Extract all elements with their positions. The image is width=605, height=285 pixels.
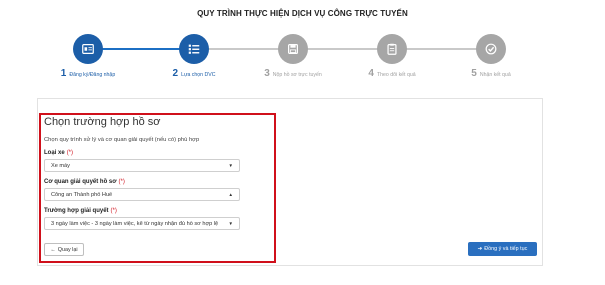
step-5-number: 5: [471, 68, 477, 79]
case-type-label: Trường hợp giải quyết (*): [44, 208, 274, 214]
step-4[interactable]: 4 Theo dõi kết quả: [337, 34, 447, 79]
caret-up-icon: ▲: [228, 192, 233, 197]
step-3-label: Nộp hồ sơ trực tuyến: [272, 72, 322, 78]
step-4-number: 4: [368, 68, 374, 79]
case-type-select[interactable]: 3 ngày làm việc - 3 ngày làm việc, kể từ…: [44, 217, 240, 230]
agency-label-text: Cơ quan giải quyết hồ sơ: [44, 179, 117, 185]
required-mark: (*): [110, 208, 117, 214]
form-description: Chọn quy trình xử lý và cơ quan giải quy…: [44, 137, 200, 143]
vehicle-type-label: Loại xe (*): [44, 150, 274, 156]
case-type-value: 3 ngày làm việc - 3 ngày làm việc, kể từ…: [51, 220, 219, 227]
arrow-left-icon: ←: [50, 246, 56, 253]
progress-stepper: 1 Đăng ký/Đăng nhập 2 Lựa chọn DVC 3 Nộp…: [0, 34, 605, 84]
chevron-down-icon: ▼: [228, 163, 233, 168]
check-icon: [476, 34, 506, 64]
agency-label: Cơ quan giải quyết hồ sơ (*): [44, 179, 274, 185]
chevron-down-icon: ▼: [228, 221, 233, 226]
arrow-right-icon: ➔: [477, 246, 483, 252]
vehicle-type-select[interactable]: Xe máy ▼: [44, 159, 240, 172]
form-title: Chọn trường hợp hồ sơ: [44, 116, 161, 128]
case-selection-form: Chọn trường hợp hồ sơ Chọn quy trình xử …: [44, 115, 274, 230]
agree-continue-button[interactable]: ➔ Đồng ý và tiếp tục: [468, 242, 537, 256]
vehicle-type-label-text: Loại xe: [44, 150, 65, 156]
step-5-label: Nhận kết quả: [479, 72, 511, 78]
step-5[interactable]: 5 Nhận kết quả: [436, 34, 546, 79]
agency-select[interactable]: Công an Thành phố Huế ▲: [44, 188, 240, 201]
page-title: QUY TRÌNH THỰC HIỆN DỊCH VỤ CÔNG TRỰC TU…: [197, 9, 408, 18]
step-2-number: 2: [172, 68, 179, 79]
step-1-label: Đăng ký/Đăng nhập: [69, 72, 116, 78]
case-type-label-text: Trường hợp giải quyết: [44, 208, 109, 214]
step-2[interactable]: 2 Lựa chọn DVC: [139, 34, 249, 79]
id-card-icon: [73, 34, 103, 64]
step-4-label: Theo dõi kết quả: [376, 72, 416, 78]
save-icon: [278, 34, 308, 64]
clipboard-icon: [377, 34, 407, 64]
step-1-number: 1: [60, 68, 67, 79]
back-button-label: Quay lại: [57, 246, 78, 253]
agency-value: Công an Thành phố Huế: [51, 191, 113, 198]
list-icon: [179, 34, 209, 64]
vehicle-type-value: Xe máy: [51, 162, 70, 169]
required-mark: (*): [118, 179, 125, 185]
step-2-label: Lựa chọn DVC: [181, 72, 216, 78]
step-1[interactable]: 1 Đăng ký/Đăng nhập: [33, 34, 143, 79]
agree-continue-label: Đồng ý và tiếp tục: [484, 246, 528, 252]
back-button[interactable]: ← Quay lại: [44, 243, 84, 256]
required-mark: (*): [66, 150, 74, 156]
step-3-number: 3: [264, 68, 270, 79]
step-3[interactable]: 3 Nộp hồ sơ trực tuyến: [238, 34, 348, 79]
